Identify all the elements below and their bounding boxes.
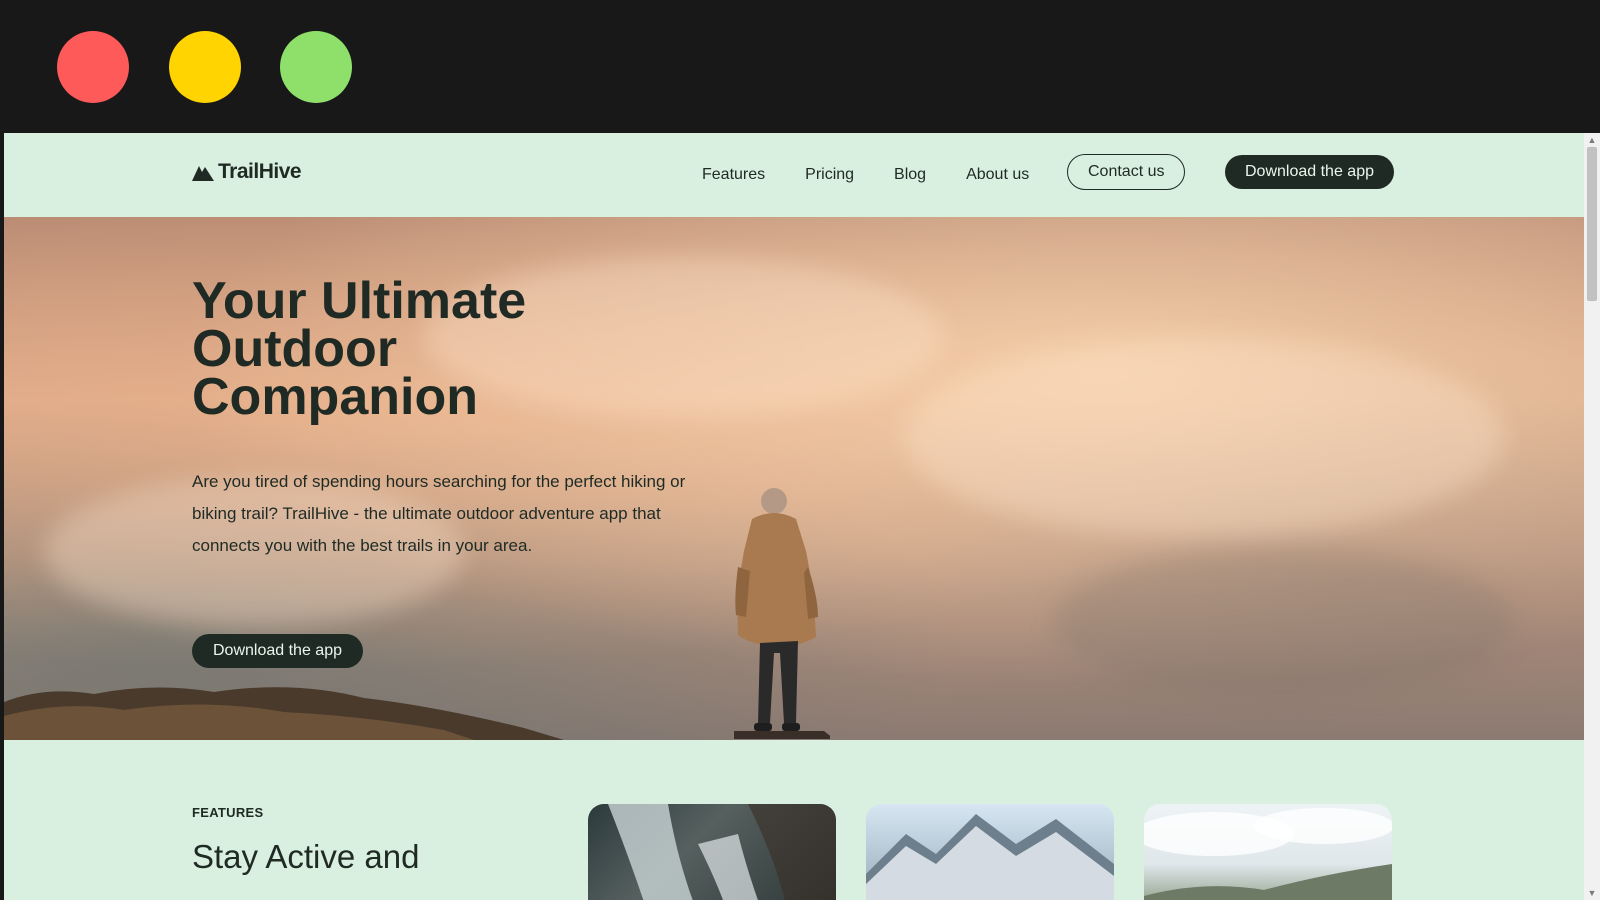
mountain-logo-icon [192,166,214,181]
scrollbar-thumb[interactable] [1587,147,1597,301]
nav-link-about-us[interactable]: About us [966,166,1029,184]
hero-cloud [1054,547,1514,697]
vertical-scrollbar[interactable]: ▲ ▼ [1584,133,1600,900]
maximize-window-button[interactable] [280,31,352,103]
minimize-window-button[interactable] [169,31,241,103]
waterfall-image [608,804,836,900]
hero-description: Are you tired of spending hours searchin… [192,472,686,555]
scroll-up-arrow-icon[interactable]: ▲ [1584,133,1600,147]
logo-text: TrailHive [218,160,302,183]
contact-us-button[interactable]: Contact us [1067,154,1186,190]
logo[interactable]: TrailHive [192,160,302,184]
top-navbar: TrailHive Features Pricing Blog About us… [4,133,1584,217]
feature-card-mountains[interactable] [866,804,1114,900]
page: TrailHive Features Pricing Blog About us… [4,133,1584,900]
close-window-button[interactable] [57,31,129,103]
nav-link-pricing[interactable]: Pricing [805,166,854,184]
hero-section: Your Ultimate Outdoor Companion Are you … [4,217,1584,740]
nav-link-blog[interactable]: Blog [894,166,926,184]
feature-card-valley[interactable] [1144,804,1392,900]
scroll-down-arrow-icon[interactable]: ▼ [1584,886,1600,900]
hero-download-app-button[interactable]: Download the app [192,634,363,668]
features-heading: Stay Active and [192,838,420,875]
features-label: FEATURES [192,805,264,820]
snowy-mountains-image [866,814,1114,900]
window-titlebar [0,0,1600,133]
hero-hillside [4,687,564,740]
hiker-figure [734,488,830,739]
browser-viewport: TrailHive Features Pricing Blog About us… [4,133,1600,900]
hero-title: Your Ultimate Outdoor Companion [192,272,527,426]
nav-link-features[interactable]: Features [702,166,765,184]
nav-download-app-button[interactable]: Download the app [1225,155,1394,189]
nav-links: Features Pricing Blog About us [702,133,1069,217]
feature-card-waterfall[interactable] [588,804,836,900]
hero-cloud [904,337,1504,537]
valley-landscape-image [1144,808,1392,900]
